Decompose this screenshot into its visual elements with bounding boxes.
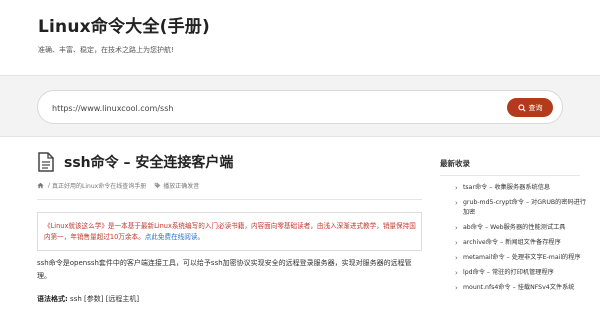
document-icon bbox=[38, 152, 54, 172]
book-notice: 《Linux就该这么学》是一本基于最新Linux系统编写的入门必读书籍，内容面向… bbox=[37, 212, 422, 251]
syntax-line: 语法格式: ssh [参数] [远程主机] bbox=[37, 294, 422, 304]
list-item[interactable]: › metamail命令 – 处理非文字E-mail的程序 bbox=[440, 253, 590, 263]
list-item[interactable]: › lpd命令 – 常驻的打印机管理程序 bbox=[440, 268, 590, 278]
pronunciation-link[interactable]: 播放正确发音 bbox=[154, 181, 199, 190]
search-band: 查询 bbox=[0, 75, 600, 137]
list-item[interactable]: › mount.nfs4命令 – 挂载NFSv4文件系统 bbox=[440, 283, 590, 293]
list-item[interactable]: › grub-md5-crypt命令 – 对GRUB的密码进行加密 bbox=[440, 198, 590, 218]
breadcrumb: / 真正好用的Linux命令在线查询手册 播放正确发音 bbox=[37, 181, 422, 200]
tag-icon bbox=[154, 182, 161, 189]
pronunciation-label: 播放正确发音 bbox=[163, 183, 200, 190]
sidebar: 最新收录 › tsar命令 – 收集服务器系统信息 › grub-md5-crypt… bbox=[440, 145, 595, 298]
syntax-label: 语法格式: bbox=[37, 295, 68, 303]
site-title[interactable]: Linux命令大全(手册) bbox=[38, 12, 600, 37]
search-box: 查询 bbox=[37, 90, 563, 124]
chevron-right-icon: › bbox=[455, 269, 458, 277]
search-icon bbox=[517, 103, 526, 112]
site-header: Linux命令大全(手册) 准确、丰富、稳定，在技术之路上为您护航! bbox=[0, 0, 600, 70]
notice-read-link[interactable]: 点此免费在线阅读。 bbox=[145, 233, 204, 241]
syntax-value: ssh [参数] [远程主机] bbox=[70, 295, 140, 303]
chevron-right-icon: › bbox=[455, 239, 458, 247]
article: ssh命令 – 安全连接客户端 / 真正好用的Linux命令在线查询手册 播放正… bbox=[37, 145, 422, 304]
page-title: ssh命令 – 安全连接客户端 bbox=[64, 155, 234, 171]
breadcrumb-separator: / bbox=[48, 182, 51, 189]
command-description: ssh命令是openssh套件中的客户端连接工具，可以给予ssh加密协议实现安全… bbox=[37, 259, 412, 280]
notice-text: 《Linux就该这么学》是一本基于最新Linux系统编写的入门必读书籍，内容面向… bbox=[44, 222, 416, 241]
list-item[interactable]: › archive命令 – 新闻组文件备存程序 bbox=[440, 238, 590, 248]
chevron-right-icon: › bbox=[455, 199, 458, 207]
recent-list: › tsar命令 – 收集服务器系统信息 › grub-md5-crypt命令 – … bbox=[440, 183, 595, 293]
article-header: ssh命令 – 安全连接客户端 bbox=[37, 145, 422, 179]
site-tagline: 准确、丰富、稳定，在技术之路上为您护航! bbox=[38, 46, 174, 54]
sidebar-title: 最新收录 bbox=[440, 158, 580, 176]
list-item[interactable]: › ab命令 – Web服务器的性能测试工具 bbox=[440, 223, 590, 233]
list-item[interactable]: › tsar命令 – 收集服务器系统信息 bbox=[440, 183, 590, 193]
search-button-label: 查询 bbox=[528, 103, 543, 112]
breadcrumb-link[interactable]: 真正好用的Linux命令在线查询手册 bbox=[52, 181, 146, 190]
chevron-right-icon: › bbox=[455, 284, 458, 292]
chevron-right-icon: › bbox=[455, 184, 458, 192]
chevron-right-icon: › bbox=[455, 224, 458, 232]
home-icon[interactable] bbox=[37, 182, 44, 189]
search-input[interactable] bbox=[52, 100, 492, 116]
search-button[interactable]: 查询 bbox=[507, 98, 553, 117]
chevron-right-icon: › bbox=[455, 254, 458, 262]
